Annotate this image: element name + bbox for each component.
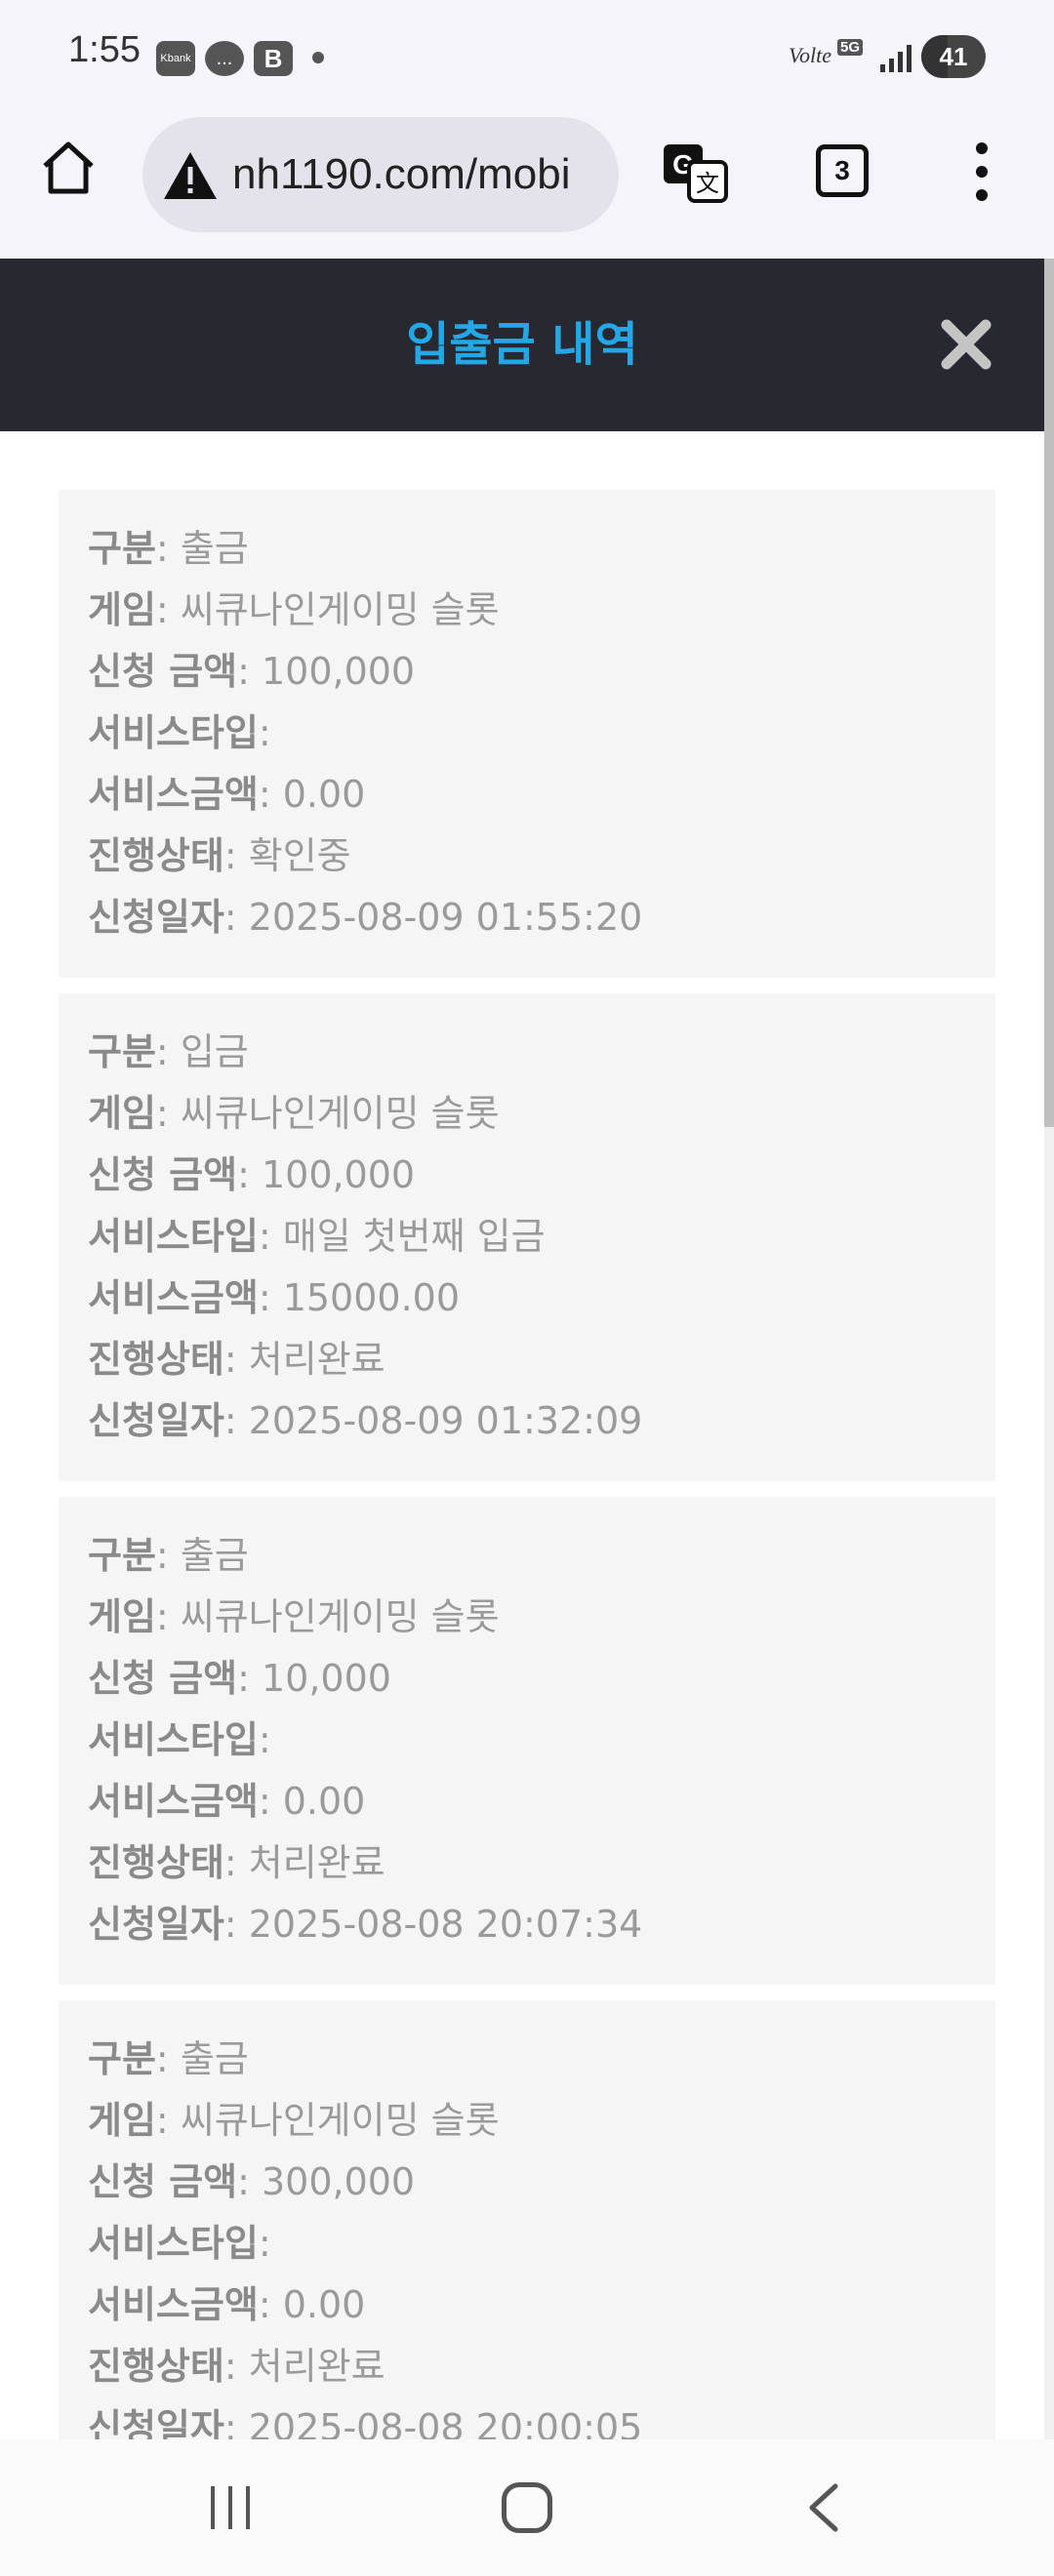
signal-icon <box>880 43 913 72</box>
row-date: 신청일자: 2025-08-09 01:32:09 <box>88 1399 643 1442</box>
network-5g-icon: 5G <box>837 37 872 76</box>
row-status: 진행상태: 처리완료 <box>88 1338 385 1381</box>
volte-icon: Volte <box>789 43 831 67</box>
more-menu-icon[interactable] <box>966 142 999 201</box>
row-type: 구분: 출금 <box>88 527 249 570</box>
battery-level: 41 <box>939 41 968 71</box>
battery-icon: 41 <box>921 35 986 78</box>
home-icon[interactable] <box>37 137 100 199</box>
row-amount: 신청 금액: 10,000 <box>88 1657 391 1700</box>
row-service-type: 서비스타입: <box>88 2222 271 2265</box>
scrollbar[interactable] <box>1044 259 1054 2439</box>
row-date: 신청일자: 2025-08-08 20:07:34 <box>88 1903 643 1946</box>
row-status: 진행상태: 처리완료 <box>88 1841 385 1884</box>
svg-text:文: 文 <box>696 170 719 197</box>
status-time: 1:55 <box>68 29 141 70</box>
nav-home-icon[interactable] <box>502 2482 552 2533</box>
transaction-card: 구분: 입금 게임: 씨큐나인게이밍 슬롯 신청 금액: 100,000 서비스… <box>59 993 995 1481</box>
row-service-amount: 서비스금액: 0.00 <box>88 1780 366 1823</box>
address-bar[interactable]: nh1190.com/mobi <box>142 117 619 232</box>
row-type: 구분: 출금 <box>88 1534 249 1577</box>
url-text[interactable]: nh1190.com/mobi <box>232 117 571 232</box>
row-amount: 신청 금액: 300,000 <box>88 2160 416 2203</box>
network-label: 5G <box>837 39 864 56</box>
system-nav-bar <box>0 2439 1054 2576</box>
transaction-card: 구분: 출금 게임: 씨큐나인게이밍 슬롯 신청 금액: 300,000 서비스… <box>59 2000 995 2439</box>
row-game: 게임: 씨큐나인게이밍 슬롯 <box>88 2099 500 2142</box>
row-status: 진행상태: 확인중 <box>88 834 351 877</box>
row-service-type: 서비스타입: <box>88 1718 271 1761</box>
warning-icon[interactable] <box>162 150 219 201</box>
row-type: 구분: 입금 <box>88 1030 249 1073</box>
row-amount: 신청 금액: 100,000 <box>88 650 416 693</box>
browser-toolbar: nh1190.com/mobi G 文 3 <box>0 107 1054 259</box>
row-game: 게임: 씨큐나인게이밍 슬롯 <box>88 1595 500 1638</box>
transaction-card: 구분: 출금 게임: 씨큐나인게이밍 슬롯 신청 금액: 100,000 서비스… <box>59 490 995 978</box>
row-service-amount: 서비스금액: 15000.00 <box>88 1276 461 1319</box>
row-service-amount: 서비스금액: 0.00 <box>88 773 366 816</box>
transaction-card: 구분: 출금 게임: 씨큐나인게이밍 슬롯 신청 금액: 10,000 서비스타… <box>59 1497 995 1985</box>
kbank-app-icon: Kbank <box>156 41 195 76</box>
close-icon[interactable] <box>939 317 993 372</box>
recent-apps-icon[interactable] <box>209 2486 252 2529</box>
notification-dot-icon <box>312 52 324 63</box>
scrollbar-thumb[interactable] <box>1044 259 1054 1127</box>
page-title: 입출금 내역 <box>406 317 638 372</box>
translate-icon[interactable]: G 文 <box>660 139 730 209</box>
row-service-type: 서비스타입: <box>88 711 271 754</box>
back-icon[interactable] <box>804 2482 843 2533</box>
row-amount: 신청 금액: 100,000 <box>88 1153 416 1196</box>
transaction-list: 구분: 출금 게임: 씨큐나인게이밍 슬롯 신청 금액: 100,000 서비스… <box>0 431 1044 2439</box>
row-service-amount: 서비스금액: 0.00 <box>88 2283 366 2326</box>
row-game: 게임: 씨큐나인게이밍 슬롯 <box>88 1092 500 1135</box>
row-date: 신청일자: 2025-08-09 01:55:20 <box>88 896 643 939</box>
row-status: 진행상태: 처리완료 <box>88 2345 385 2388</box>
row-type: 구분: 출금 <box>88 2037 249 2080</box>
b-app-icon: B <box>254 41 293 76</box>
row-service-type: 서비스타입: 매일 첫번째 입금 <box>88 1215 546 1258</box>
chat-app-icon: ... <box>205 41 244 76</box>
page-header: 입출금 내역 <box>0 259 1044 431</box>
row-date: 신청일자: 2025-08-08 20:00:05 <box>88 2406 643 2439</box>
tab-switcher-button[interactable]: 3 <box>816 144 869 197</box>
row-game: 게임: 씨큐나인게이밍 슬롯 <box>88 588 500 631</box>
status-bar: 1:55 Kbank ... B Volte 5G 41 <box>0 0 1054 107</box>
